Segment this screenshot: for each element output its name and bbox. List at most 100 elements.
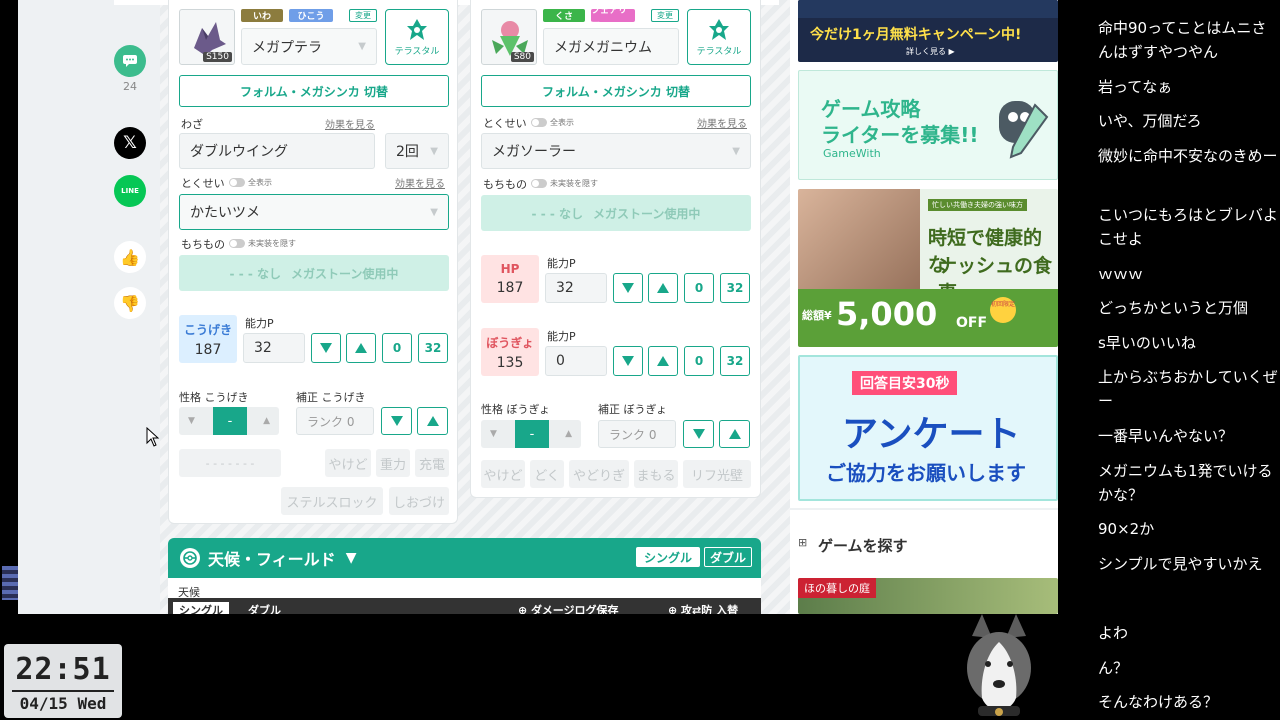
set-max-button[interactable]: 32 xyxy=(418,333,448,363)
ability-effect-link[interactable]: 効果を見る xyxy=(697,115,747,130)
set-zero-button[interactable]: 0 xyxy=(684,273,714,303)
pokemon-sprite[interactable]: S150 xyxy=(179,9,235,65)
hp-ap-input[interactable]: 32 xyxy=(545,273,607,303)
rank-down-button[interactable] xyxy=(381,407,412,435)
swap-button[interactable]: ⊕ 攻⇄防 入替 xyxy=(668,602,738,614)
set-max-button[interactable]: 32 xyxy=(720,346,750,376)
set-max-button[interactable]: 32 xyxy=(720,273,750,303)
protect-toggle[interactable]: まもる xyxy=(634,460,678,488)
like-icon[interactable]: 👍 xyxy=(114,241,146,273)
hits-select[interactable]: 2回 ▼ xyxy=(385,133,449,169)
nature-up-icon[interactable]: ▲ xyxy=(565,429,572,439)
screen-toggle[interactable]: リフ光壁 xyxy=(683,460,751,488)
decrease-button[interactable] xyxy=(311,333,341,363)
move-effect-link[interactable]: 効果を見る xyxy=(325,116,375,131)
pokemon-select[interactable]: メガメガニウム xyxy=(543,28,679,65)
rank-up-button[interactable] xyxy=(719,420,750,448)
log-double-tab[interactable]: ダブル xyxy=(248,602,281,614)
meal-service-ad[interactable]: 忙しい共働き夫婦の強い味方 時短で健康的な ナッシュの食事 総額¥ 5,000 … xyxy=(798,189,1058,347)
chat-message: よわ xyxy=(1098,624,1129,642)
rank-down-button[interactable] xyxy=(683,420,714,448)
type-change-button[interactable]: 変更 xyxy=(349,9,377,22)
ability-show-all-toggle[interactable]: 全表示 xyxy=(229,177,272,188)
increase-button[interactable] xyxy=(648,346,678,376)
find-games-title: ゲームを探す xyxy=(818,537,908,555)
nature-neutral-button[interactable]: - xyxy=(515,420,549,448)
comment-icon[interactable] xyxy=(114,45,146,77)
ability-select[interactable]: メガソーラー ▼ xyxy=(481,133,751,169)
terastal-button[interactable]: テラスタル xyxy=(385,9,449,65)
pokemon-sprite[interactable]: S80 xyxy=(481,9,537,65)
save-log-button[interactable]: ⊕ ダメージログ保存 xyxy=(518,602,619,614)
forme-switch-button[interactable]: フォルム・メガシンカ 切替 xyxy=(481,75,751,107)
forme-switch-button[interactable]: フォルム・メガシンカ 切替 xyxy=(179,75,449,107)
pencil-mascot-icon xyxy=(999,101,1049,159)
ability-show-all-toggle[interactable]: 全表示 xyxy=(531,117,574,128)
weather-field-header[interactable]: 天候・フィールド ▼ シングル ダブル xyxy=(168,538,761,578)
ability-label: とくせい xyxy=(483,117,527,130)
salt-cure-toggle[interactable]: しおづけ xyxy=(389,487,449,515)
survey-ad[interactable]: 回答目安30秒 アンケート ご協力をお願いします xyxy=(798,355,1058,501)
rank-select[interactable]: ランク 0 xyxy=(598,420,676,448)
terastal-button[interactable]: テラスタル xyxy=(687,9,751,65)
type-flying-badge: ひこう xyxy=(289,9,333,22)
writer-recruit-ad[interactable]: ゲーム攻略 ライターを募集!! GameWith xyxy=(798,70,1058,180)
triangle-up-icon xyxy=(657,356,669,366)
condition-input[interactable]: - - - - - - - xyxy=(179,449,281,477)
chat-message: 90×2か xyxy=(1098,520,1155,538)
gravity-toggle[interactable]: 重力 xyxy=(376,449,410,477)
nature-selector[interactable]: ▼ - ▲ xyxy=(481,420,581,448)
increase-button[interactable] xyxy=(648,273,678,303)
decrease-button[interactable] xyxy=(613,273,643,303)
level-badge: S80 xyxy=(510,52,534,62)
hits-value: 2回 xyxy=(396,144,419,160)
def-ap-input[interactable]: 0 xyxy=(545,346,607,376)
browser-capture: 24 𝕏 LINE 👍 👎 S150 いわ ひこう 変更 メガプテラ ▼ テラス… xyxy=(18,0,1058,614)
move-select[interactable]: ダブルウイング xyxy=(179,133,375,169)
single-button[interactable]: シングル xyxy=(636,547,700,567)
rank-select[interactable]: ランク 0 xyxy=(296,407,374,435)
nature-neutral-button[interactable]: - xyxy=(213,407,247,435)
game-thumbnail[interactable]: ほの暮しの庭 xyxy=(798,578,1058,614)
set-zero-button[interactable]: 0 xyxy=(684,346,714,376)
rank-up-button[interactable] xyxy=(417,407,448,435)
hide-unimplemented-toggle[interactable]: 未実装を隠す xyxy=(229,238,296,249)
dislike-icon[interactable]: 👎 xyxy=(114,287,146,319)
log-single-tab[interactable]: シングル xyxy=(173,602,229,614)
type-change-button[interactable]: 変更 xyxy=(651,9,679,22)
ability-effect-link[interactable]: 効果を見る xyxy=(395,175,445,190)
writer-line2: ライターを募集!! xyxy=(821,123,979,147)
nature-selector[interactable]: ▼ - ▲ xyxy=(179,407,279,435)
charge-toggle[interactable]: 充電 xyxy=(415,449,449,477)
pokemon-name: メガメガニウム xyxy=(554,39,652,56)
ap-value: 0 xyxy=(556,353,565,369)
terastal-label: テラスタル xyxy=(394,46,440,57)
hide-unimplemented-toggle[interactable]: 未実装を隠す xyxy=(531,178,598,189)
nature-down-icon[interactable]: ▼ xyxy=(490,429,497,439)
attacker-card: S150 いわ ひこう 変更 メガプテラ ▼ テラスタル フォルム・メガシンカ … xyxy=(168,0,458,524)
damage-log-bar: シングル ダブル ⊕ ダメージログ保存 ⊕ 攻⇄防 入替 xyxy=(168,598,761,614)
set-zero-button[interactable]: 0 xyxy=(382,333,412,363)
stealth-rock-toggle[interactable]: ステルスロック xyxy=(281,487,383,515)
double-button[interactable]: ダブル xyxy=(704,547,752,567)
burn-toggle[interactable]: やけど xyxy=(481,460,525,488)
ability-select[interactable]: かたいツメ ▼ xyxy=(179,194,449,230)
nature-down-icon[interactable]: ▼ xyxy=(188,416,195,426)
poison-toggle[interactable]: どく xyxy=(530,460,564,488)
caret-down-icon: ▼ xyxy=(345,550,357,566)
ap-input[interactable]: 32 xyxy=(243,333,305,363)
increase-button[interactable] xyxy=(346,333,376,363)
item-select[interactable]: - - - なし メガストーン使用中 xyxy=(179,255,449,291)
item-select[interactable]: - - - なし メガストーン使用中 xyxy=(481,195,751,231)
leech-seed-toggle[interactable]: やどりぎ xyxy=(569,460,629,488)
decrease-button[interactable] xyxy=(613,346,643,376)
nature-up-icon[interactable]: ▲ xyxy=(263,416,270,426)
line-share-icon[interactable]: LINE xyxy=(114,175,146,207)
x-share-icon[interactable]: 𝕏 xyxy=(114,127,146,159)
burn-toggle[interactable]: やけど xyxy=(325,449,371,477)
top-banner-ad[interactable]: 今だけ1ヶ月無料キャンペーン中! 詳しく見る ▶ xyxy=(798,0,1058,62)
divider xyxy=(790,508,1058,510)
game-thumb-label: ほの暮しの庭 xyxy=(798,578,876,598)
pokemon-select[interactable]: メガプテラ ▼ xyxy=(241,28,377,65)
stat-value: 187 xyxy=(496,280,524,296)
